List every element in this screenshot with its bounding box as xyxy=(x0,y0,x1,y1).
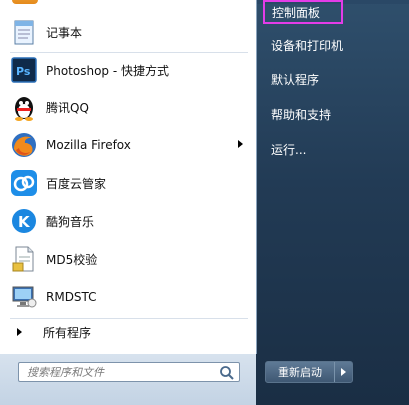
menu-item-kugou[interactable]: K 酷狗音乐 xyxy=(7,203,251,239)
control-panel-label: 控制面板 xyxy=(272,5,321,20)
all-programs-button[interactable]: 所有程序 xyxy=(7,320,251,344)
help-support-link[interactable]: 帮助和支持 xyxy=(262,101,402,127)
qq-penguin-icon xyxy=(10,93,38,121)
shutdown-control: 重新启动 xyxy=(265,361,353,383)
menu-item-photoshop[interactable]: Ps Photoshop - 快捷方式 xyxy=(7,52,251,88)
submenu-arrow-icon[interactable] xyxy=(238,140,243,148)
partial-top-icon xyxy=(12,0,38,4)
help-support-label: 帮助和支持 xyxy=(271,107,332,122)
menu-item-label: 酷狗音乐 xyxy=(46,214,95,229)
document-icon xyxy=(10,245,38,273)
menu-item-label: Photoshop - 快捷方式 xyxy=(46,63,170,78)
baidu-cloud-icon xyxy=(10,169,38,197)
menu-item-qq[interactable]: 腾讯QQ xyxy=(7,89,251,125)
arrow-right-icon xyxy=(17,328,22,336)
all-programs-label: 所有程序 xyxy=(43,325,92,340)
run-link[interactable]: 运行... xyxy=(262,136,402,162)
restart-label: 重新启动 xyxy=(278,366,322,379)
menu-item-label: MD5校验 xyxy=(46,252,98,267)
devices-printers-label: 设备和打印机 xyxy=(271,38,344,53)
menu-item-rmdstc[interactable]: RMDSTC xyxy=(7,279,251,315)
start-menu-programs-pane: 记事本 Ps Photoshop - 快捷方式 腾讯QQ Mozilla Fir… xyxy=(0,0,257,354)
search-icon[interactable] xyxy=(219,365,235,381)
default-programs-label: 默认程序 xyxy=(271,72,320,87)
devices-printers-link[interactable]: 设备和打印机 xyxy=(262,32,402,58)
menu-item-baidu-cloud[interactable]: 百度云管家 xyxy=(7,165,251,201)
search-box xyxy=(18,362,240,382)
menu-item-label: 腾讯QQ xyxy=(46,100,89,115)
run-label: 运行... xyxy=(271,142,307,157)
arrow-right-icon xyxy=(341,368,346,376)
shutdown-options-button[interactable] xyxy=(334,362,352,382)
default-programs-link[interactable]: 默认程序 xyxy=(262,66,402,92)
menu-item-firefox[interactable]: Mozilla Firefox xyxy=(7,127,251,163)
search-input[interactable] xyxy=(19,363,223,381)
remote-desktop-icon xyxy=(10,283,38,311)
firefox-icon xyxy=(10,131,38,159)
svg-text:Ps: Ps xyxy=(16,65,31,78)
separator xyxy=(10,318,248,319)
restart-button[interactable]: 重新启动 xyxy=(266,362,334,382)
control-panel-link[interactable]: 控制面板 xyxy=(263,0,343,24)
menu-item-label: 记事本 xyxy=(46,25,83,40)
menu-item-label: RMDSTC xyxy=(46,290,97,304)
menu-item-md5[interactable]: MD5校验 xyxy=(7,241,251,277)
photoshop-icon: Ps xyxy=(10,56,38,84)
svg-text:K: K xyxy=(18,213,31,231)
menu-item-label: 百度云管家 xyxy=(46,176,107,191)
notepad-icon xyxy=(10,18,38,46)
menu-item-notepad[interactable]: 记事本 xyxy=(7,14,251,50)
search-strip xyxy=(0,354,256,405)
kugou-icon: K xyxy=(10,207,38,235)
menu-item-label: Mozilla Firefox xyxy=(46,138,131,152)
